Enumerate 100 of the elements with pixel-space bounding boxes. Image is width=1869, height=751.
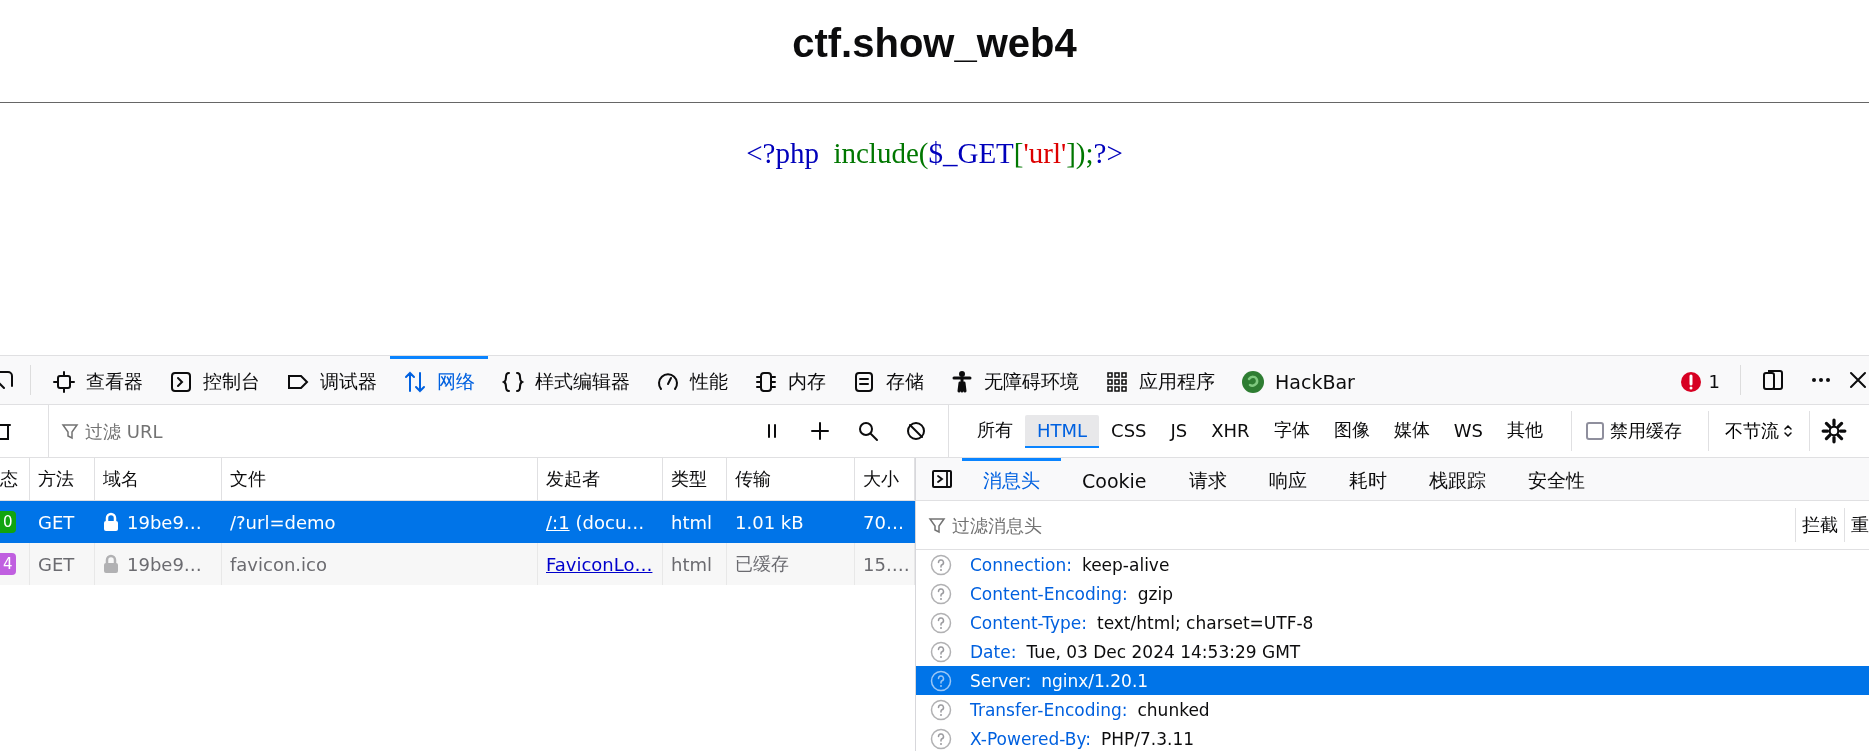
column-header[interactable]: 传输 [727,458,855,500]
devtools-tab[interactable]: 存储 [839,356,937,404]
request-row[interactable]: 0 GET 19be9… /?url=demo /:1 (docu… html 1.01 kB 70… [0,501,915,543]
settings-icon [1820,418,1847,444]
header-name: X-Powered-By: [970,728,1091,749]
devtools-tab[interactable]: 性能 [643,356,741,404]
header-value: chunked [1137,699,1210,720]
help-icon [930,553,952,576]
type-filter-button[interactable]: 媒体 [1381,413,1442,449]
inspector-icon [52,369,76,394]
page-title: ctf.show_web4 [792,20,1077,67]
header-value: nginx/1.20.1 [1041,670,1149,691]
lock-icon [103,512,119,532]
type-filter-button[interactable]: 字体 [1261,413,1322,449]
plus-icon [808,419,832,443]
request-row[interactable]: 4 GET 19be9… favicon.ico FaviconLo… html 已缓存 15.… [0,543,915,585]
table-cell: html [663,543,727,585]
console-icon [169,369,193,394]
person-icon [950,369,974,394]
round-logo-icon [1241,369,1265,394]
help-icon [930,727,952,750]
table-cell: 19be9… [127,553,202,575]
details-tab[interactable]: 消息头 [962,458,1061,500]
php-code: <?php include($_GET['url']);?> [746,137,1123,170]
header-name: Date: [970,641,1017,662]
details-tab[interactable]: 耗时 [1327,458,1408,500]
header-name: Server: [970,670,1032,691]
column-header[interactable]: 类型 [663,458,727,500]
status-badge: 4 [0,553,16,575]
checkbox[interactable] [1585,422,1604,440]
checkbox-label: 禁用缓存 [1609,419,1682,443]
devtools-tab[interactable]: 网络 [390,356,488,404]
arrows-icon [403,369,427,394]
devtools-tab[interactable]: 调试器 [273,356,390,404]
details-tab[interactable]: Cookie [1061,458,1168,500]
header-name: Transfer-Encoding: [970,699,1128,720]
type-filter-button[interactable]: WS [1441,414,1495,448]
error-count-button[interactable]: 1 [1666,356,1732,404]
header-row[interactable]: Transfer-Encoding: chunked [916,695,1869,724]
devtools-tab[interactable]: 查看器 [39,356,156,404]
help-icon [930,611,952,634]
header-filter-field[interactable]: 过滤消息头 [950,513,1554,537]
header-row[interactable]: Server: nginx/1.20.1 [916,666,1869,695]
type-filter-button[interactable]: XHR [1199,414,1262,448]
status-badge: 0 [0,511,16,533]
help-icon [930,698,952,721]
initiator-link[interactable]: FaviconLo… [546,553,653,575]
header-value: PHP/7.3.11 [1100,728,1195,749]
type-filter-button[interactable]: 图像 [1321,413,1382,449]
column-header[interactable]: 发起者 [538,458,663,500]
storage-icon [852,369,876,394]
header-row[interactable]: X-Powered-By: PHP/7.3.11 [916,724,1869,751]
url-filter-field[interactable]: 过滤 URL [83,419,687,443]
initiator-link[interactable]: /:1 [546,511,570,533]
type-filter-button[interactable]: CSS [1099,414,1159,448]
help-icon [930,582,952,605]
grid-icon [1105,369,1129,394]
header-row[interactable]: Content-Encoding: gzip [916,579,1869,608]
error-icon [1678,369,1703,394]
column-header[interactable]: 方法 [30,458,95,500]
chip-icon [754,369,778,394]
header-row[interactable]: Content-Type: text/html; charset=UTF-8 [916,608,1869,637]
braces-icon [501,369,525,394]
type-filter-button[interactable]: HTML [1025,414,1100,448]
lock-icon [103,554,119,574]
details-tab[interactable]: 安全性 [1506,458,1606,500]
details-tab[interactable]: 栈跟踪 [1407,458,1507,500]
devtools-tab[interactable]: 样式编辑器 [488,356,643,404]
search-icon [856,419,880,443]
table-cell: 15.… [855,543,915,585]
throttle-dropdown[interactable]: 不节流 [1707,411,1810,451]
details-tab[interactable]: 请求 [1167,458,1248,500]
devtools-tab[interactable]: 无障碍环境 [937,356,1092,404]
help-icon [930,669,952,692]
details-tab[interactable]: 响应 [1247,458,1328,500]
header-row[interactable]: Date: Tue, 03 Dec 2024 14:53:29 GMT [916,637,1869,666]
type-filter-button[interactable]: JS [1158,414,1200,448]
help-icon [930,640,952,663]
devtools-tab[interactable]: HackBar [1228,356,1368,404]
header-row[interactable]: Connection: keep-alive [916,550,1869,579]
type-filter-button[interactable]: 所有 [965,413,1025,449]
header-name: Content-Encoding: [970,583,1128,604]
table-cell: (docu… [575,511,645,533]
type-filter-button[interactable]: 其他 [1494,413,1555,449]
table-cell: 已缓存 [727,543,855,585]
column-header[interactable]: 态 [0,458,30,500]
header-name: Connection: [970,554,1072,575]
header-value: keep-alive [1081,554,1170,575]
table-cell: 19be9… [127,511,202,533]
devtools-tab[interactable]: 应用程序 [1092,356,1228,404]
header-action-button[interactable]: 重 [1844,508,1869,542]
column-header[interactable]: 文件 [222,458,538,500]
header-action-button[interactable]: 拦截 [1795,508,1844,542]
header-value: gzip [1137,583,1174,604]
header-value: text/html; charset=UTF-8 [1096,612,1314,633]
column-header[interactable]: 大小 [855,458,915,500]
table-cell: GET [30,543,95,585]
column-header[interactable]: 域名 [95,458,222,500]
devtools-tab[interactable]: 内存 [741,356,839,404]
devtools-tab[interactable]: 控制台 [156,356,273,404]
